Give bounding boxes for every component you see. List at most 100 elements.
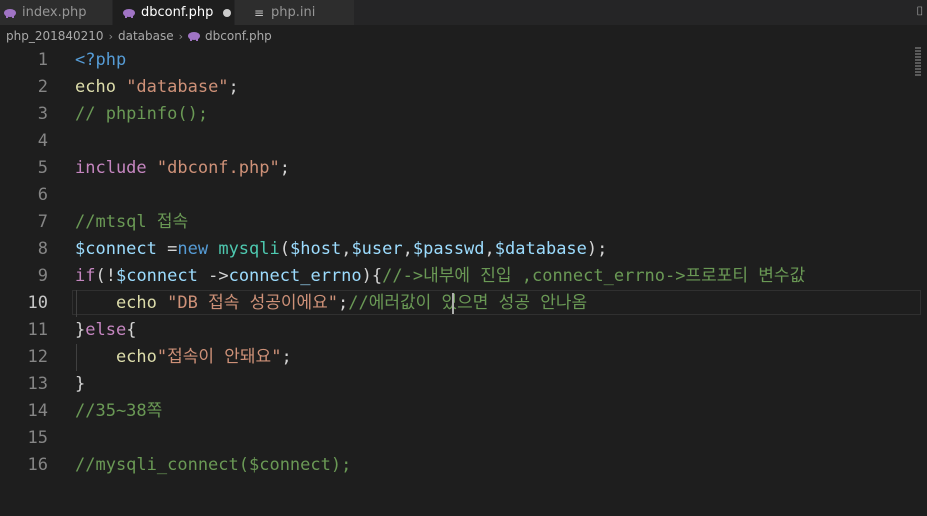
- line-number: 8: [37, 239, 48, 259]
- line-number: 1: [37, 50, 48, 70]
- code-token: //->내부에 진입 ,connect_errno->프로포티 변수값: [382, 266, 806, 286]
- text-cursor: [452, 293, 454, 314]
- code-text: //mysqli_connect($connect);: [75, 452, 351, 479]
- code-token: ,: [341, 239, 352, 259]
- line-number: 16: [27, 455, 48, 475]
- code-token: ->: [208, 266, 229, 286]
- code-line[interactable]: 3 // phpinfo();: [0, 101, 927, 128]
- unsaved-changes-dot-icon[interactable]: [223, 8, 232, 17]
- line-number: 6: [37, 185, 48, 205]
- code-token: "dbconf.php": [156, 158, 280, 178]
- code-line[interactable]: 5 include "dbconf.php";: [0, 155, 927, 182]
- code-token: "접속이 안돼요": [156, 347, 282, 367]
- code-token: if: [75, 266, 96, 286]
- split-editor-icon[interactable]: ⌷: [913, 0, 927, 22]
- code-token: $database: [494, 239, 587, 259]
- code-token: =: [167, 239, 178, 259]
- code-text: $connect =new mysqli($host,$user,$passwd…: [75, 236, 607, 263]
- tab-php-ini[interactable]: ≡ php.ini: [235, 0, 355, 25]
- code-token: "DB 접속 성공이에요": [167, 293, 339, 313]
- code-line[interactable]: 16 //mysqli_connect($connect);: [0, 452, 927, 479]
- code-token: ,: [402, 239, 413, 259]
- code-text: include "dbconf.php";: [75, 155, 290, 182]
- code-token: ;: [281, 347, 292, 367]
- code-line[interactable]: 14 //35~38쪽: [0, 398, 927, 425]
- code-line[interactable]: 11}else{: [0, 317, 927, 344]
- code-text: //35~38쪽: [75, 398, 162, 425]
- code-token: ;: [338, 293, 349, 313]
- code-token: <?php: [75, 50, 127, 70]
- code-token: ){: [361, 266, 383, 286]
- code-token: echo: [75, 293, 168, 313]
- line-number: 10: [27, 293, 48, 313]
- line-number: 13: [27, 374, 48, 394]
- code-token: //mysqli_connect($connect);: [75, 455, 352, 475]
- code-token: //mtsql 접속: [75, 212, 189, 232]
- code-text: }else{: [75, 317, 136, 344]
- code-token: new: [177, 239, 219, 259]
- code-token: ;: [279, 158, 290, 178]
- php-file-icon: [123, 8, 135, 18]
- code-line[interactable]: 1 <?php: [0, 47, 927, 74]
- code-token: );: [586, 239, 608, 259]
- code-token: mysqli: [218, 239, 280, 259]
- code-line[interactable]: 4: [0, 128, 927, 155]
- code-text: //mtsql 접속: [75, 209, 188, 236]
- code-token: $passwd: [412, 239, 485, 259]
- minimap[interactable]: [915, 47, 921, 87]
- code-token: $connect: [75, 239, 168, 259]
- chevron-right-icon: ›: [108, 29, 113, 43]
- line-number: 12: [27, 347, 48, 367]
- php-file-icon: [188, 32, 201, 41]
- code-token: $host: [290, 239, 342, 259]
- code-token: ,: [484, 239, 495, 259]
- tab-bar: index.php dbconf.php ≡ php.ini ⌷: [0, 0, 927, 25]
- line-number: 9: [37, 266, 48, 286]
- breadcrumb-item-file[interactable]: dbconf.php: [205, 29, 272, 43]
- code-token: else: [85, 320, 127, 340]
- code-line[interactable]: 10 echo "DB 접속 성공이에요";//에러값이 있으면 성공 안나옴: [0, 290, 927, 317]
- code-line[interactable]: 9 if(!$connect ->connect_errno){//->내부에 진…: [0, 263, 927, 290]
- line-number: 15: [27, 428, 48, 448]
- code-token: $connect: [115, 266, 209, 286]
- code-token: }: [75, 320, 86, 340]
- line-number: 3: [37, 104, 48, 124]
- code-line[interactable]: 8 $connect =new mysqli($host,$user,$passw…: [0, 236, 927, 263]
- code-text: echo"접속이 안돼요";: [75, 344, 292, 371]
- code-token: $user: [351, 239, 403, 259]
- line-number: 2: [37, 77, 48, 97]
- php-file-icon: [4, 8, 16, 18]
- code-line[interactable]: 13}: [0, 371, 927, 398]
- code-token: //에러값이 있으면 성공 안나옴: [348, 293, 588, 313]
- code-line[interactable]: 15: [0, 425, 927, 452]
- line-number: 4: [37, 131, 48, 151]
- code-token: (: [279, 239, 290, 259]
- code-text: if(!$connect ->connect_errno){//->내부에 진입…: [75, 263, 805, 290]
- line-number: 5: [37, 158, 48, 178]
- breadcrumb: php_201840210 › database › dbconf.php: [0, 25, 927, 47]
- code-token: echo: [75, 77, 127, 97]
- code-line[interactable]: 7 //mtsql 접속: [0, 209, 927, 236]
- code-token: {: [126, 320, 137, 340]
- code-text: }: [75, 371, 85, 398]
- code-line[interactable]: 6: [0, 182, 927, 209]
- tab-dbconf-php[interactable]: dbconf.php: [113, 0, 235, 25]
- breadcrumb-item-project[interactable]: php_201840210: [6, 29, 104, 43]
- line-number: 11: [27, 320, 48, 340]
- ini-file-icon: ≡: [253, 5, 265, 20]
- code-line[interactable]: 12 echo"접속이 안돼요";: [0, 344, 927, 371]
- code-token: // phpinfo();: [75, 104, 209, 124]
- tab-label: php.ini: [271, 5, 316, 20]
- code-token: }: [75, 374, 86, 394]
- tab-index-php[interactable]: index.php: [0, 0, 113, 25]
- breadcrumb-item-folder[interactable]: database: [118, 29, 174, 43]
- code-text: // phpinfo();: [75, 101, 208, 128]
- code-text: echo "database";: [75, 74, 239, 101]
- code-token: ;: [228, 77, 239, 97]
- tab-label: index.php: [22, 5, 87, 20]
- code-token: //35~38쪽: [75, 401, 163, 421]
- code-token: echo: [75, 347, 157, 367]
- code-editor[interactable]: 1 <?php 2 echo "database"; 3 // phpinfo(); 4 5 i…: [0, 47, 927, 516]
- code-text: <?php: [75, 47, 126, 74]
- code-line[interactable]: 2 echo "database";: [0, 74, 927, 101]
